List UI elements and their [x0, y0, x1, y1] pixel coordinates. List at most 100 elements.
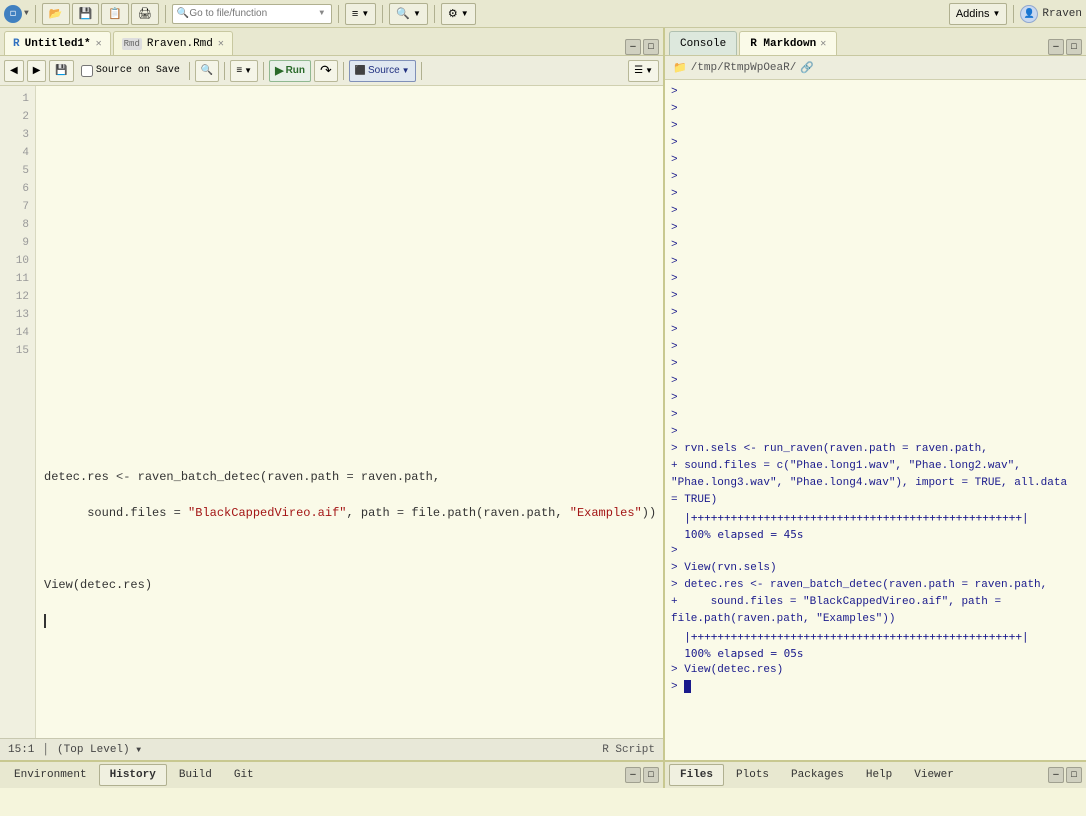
- bottom-tab-git[interactable]: Git: [224, 764, 264, 786]
- console-line-19: >: [671, 390, 1080, 407]
- bottom-tab-history[interactable]: History: [99, 764, 167, 786]
- bottom-tab-environment[interactable]: Environment: [4, 764, 97, 786]
- run-btn[interactable]: ▶ Run: [269, 60, 311, 82]
- r-markdown-tab-label: R Markdown: [750, 38, 816, 50]
- console-line-16: >: [671, 339, 1080, 356]
- goto-dropdown[interactable]: ▼: [319, 9, 324, 18]
- code-editor[interactable]: detec.res <- raven_batch_detec(raven.pat…: [36, 86, 663, 738]
- bottom-tab-viewer[interactable]: Viewer: [904, 764, 964, 786]
- console-line-33[interactable]: >: [671, 679, 1080, 696]
- bottom-left-minimize-btn[interactable]: ─: [625, 767, 641, 783]
- find-replace-btn[interactable]: 🔍: [195, 60, 219, 82]
- code-line-10: [44, 432, 655, 450]
- bottom-tab-packages[interactable]: Packages: [781, 764, 854, 786]
- source-label: Source: [368, 65, 400, 76]
- level-dropdown[interactable]: ▼: [136, 746, 141, 755]
- run-label: Run: [286, 65, 305, 76]
- addins-btn[interactable]: Addins ▼: [949, 3, 1008, 25]
- ed-sep5: [421, 62, 422, 80]
- sep5: [434, 5, 435, 23]
- console-line-3: >: [671, 118, 1080, 135]
- console-maximize-btn[interactable]: □: [1066, 39, 1082, 55]
- editor-toolbar: ◀ ▶ 💾 Source on Save 🔍 ≡ ▼ ▶ Run ↷ ⬛ Sou…: [0, 56, 663, 86]
- console-tab-label: Console: [680, 38, 726, 50]
- tab-rraven-rmd[interactable]: Rmd Rraven.Rmd ✕: [113, 31, 233, 55]
- source-on-save-checkbox[interactable]: [81, 65, 93, 77]
- save-file-btn[interactable]: 💾: [49, 60, 73, 82]
- tab-untitled1[interactable]: R Untitled1* ✕: [4, 31, 111, 55]
- new-file-dropdown[interactable]: ▼: [24, 9, 29, 18]
- ed-sep3: [263, 62, 264, 80]
- user-area: 👤 Rraven: [1020, 5, 1082, 23]
- print-btn[interactable]: 🖨: [131, 3, 159, 25]
- console-line-8: >: [671, 203, 1080, 220]
- new-file-btn[interactable]: ◻: [4, 5, 22, 23]
- console-tabs: Console R Markdown ✕ ─ □: [665, 28, 1086, 56]
- code-line-15[interactable]: [44, 612, 655, 630]
- tab-console[interactable]: Console: [669, 31, 737, 55]
- forward-btn[interactable]: ▶: [27, 60, 47, 82]
- code-tools-btn[interactable]: ≡ ▼: [230, 60, 258, 82]
- code-line-1: [44, 108, 655, 126]
- console-path-text: /tmp/RtmpWpOeaR/: [691, 62, 797, 74]
- back-btn[interactable]: ◀: [4, 60, 24, 82]
- console-output[interactable]: > > > > > > > > > > > > > > > > > > > > …: [665, 80, 1086, 760]
- console-line-9: >: [671, 220, 1080, 237]
- console-line-17: >: [671, 356, 1080, 373]
- path-link-icon[interactable]: 🔗: [800, 61, 814, 75]
- bottom-right-minimize-btn[interactable]: ─: [1048, 767, 1064, 783]
- console-panel: Console R Markdown ✕ ─ □ 📁 /tmp/RtmpWpOe…: [665, 28, 1086, 760]
- bottom-tab-help[interactable]: Help: [856, 764, 902, 786]
- save-all-btn[interactable]: 📋: [101, 3, 129, 25]
- code-line-14: View(detec.res): [44, 576, 655, 594]
- sep1: [35, 5, 36, 23]
- r-markdown-tab-close[interactable]: ✕: [820, 38, 826, 50]
- bottom-left-maximize-btn[interactable]: □: [643, 767, 659, 783]
- text-cursor: [44, 614, 46, 628]
- console-line-15: >: [671, 322, 1080, 339]
- tools-btn[interactable]: ⚙ ▼: [441, 3, 476, 25]
- rerun-btn[interactable]: ↷: [314, 60, 338, 82]
- source-on-save-label: Source on Save: [96, 65, 180, 76]
- goto-input[interactable]: [189, 8, 319, 19]
- console-line-24: |+++++++++++++++++++++++++++++++++++++++…: [671, 509, 1080, 526]
- source-btn[interactable]: ⬛ Source ▼: [349, 60, 416, 82]
- bottom-tab-plots[interactable]: Plots: [726, 764, 779, 786]
- tab-r-icon: R: [13, 38, 20, 50]
- editor-status: 15:1 │ (Top Level) ▼ R Script: [0, 738, 663, 760]
- console-cursor: [684, 680, 691, 693]
- console-line-18: >: [671, 373, 1080, 390]
- editor-maximize-btn[interactable]: □: [643, 39, 659, 55]
- console-minimize-btn[interactable]: ─: [1048, 39, 1064, 55]
- goto-icon: 🔍: [177, 8, 189, 20]
- console-line-2: >: [671, 101, 1080, 118]
- code-menu-btn[interactable]: ≡ ▼: [345, 3, 376, 25]
- code-line-6: [44, 288, 655, 306]
- console-line-30: |+++++++++++++++++++++++++++++++++++++++…: [671, 628, 1080, 645]
- console-line-13: >: [671, 288, 1080, 305]
- find-btn[interactable]: 🔍 ▼: [389, 3, 428, 25]
- path-folder-icon: 📁: [673, 61, 687, 75]
- tab-r-markdown[interactable]: R Markdown ✕: [739, 31, 837, 55]
- bottom-right-panel: Files Plots Packages Help Viewer ─ □: [665, 762, 1086, 788]
- save-btn[interactable]: 💾: [72, 3, 100, 25]
- tab-rraven-rmd-close[interactable]: ✕: [218, 38, 224, 50]
- editor-minimize-btn[interactable]: ─: [625, 39, 641, 55]
- bottom-tab-files[interactable]: Files: [669, 764, 724, 786]
- main-layout: R Untitled1* ✕ Rmd Rraven.Rmd ✕ ─ □ ◀ ▶ …: [0, 28, 1086, 760]
- code-line-12: sound.files = "BlackCappedVireo.aif", pa…: [44, 504, 655, 522]
- editor-tabs: R Untitled1* ✕ Rmd Rraven.Rmd ✕ ─ □: [0, 28, 663, 56]
- user-icon: 👤: [1020, 5, 1038, 23]
- bottom-panels: Environment History Build Git ─ □ Files …: [0, 760, 1086, 788]
- open-file-btn[interactable]: 📂: [42, 3, 70, 25]
- bottom-right-maximize-btn[interactable]: □: [1066, 767, 1082, 783]
- editor-options-btn[interactable]: ☰ ▼: [628, 60, 659, 82]
- code-line-8: [44, 360, 655, 378]
- code-line-7: [44, 324, 655, 342]
- tab-untitled1-close[interactable]: ✕: [96, 38, 102, 50]
- tab-rraven-rmd-label: Rraven.Rmd: [147, 38, 213, 50]
- console-line-7: >: [671, 186, 1080, 203]
- console-line-31: 100% elapsed = 05s: [671, 645, 1080, 662]
- sep2: [165, 5, 166, 23]
- bottom-tab-build[interactable]: Build: [169, 764, 222, 786]
